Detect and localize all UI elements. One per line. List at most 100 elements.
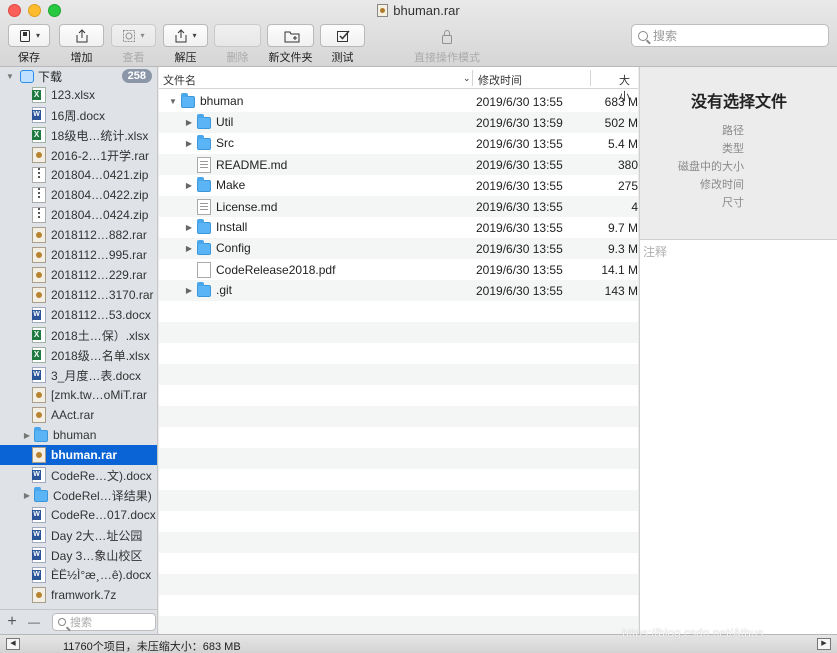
sidebar-item[interactable]: CodeRe…017.docx bbox=[0, 505, 157, 525]
table-row[interactable]: CodeRelease2018.pdf 2019/6/30 13:55 14.1 M bbox=[159, 259, 638, 280]
sidebar-item[interactable]: 201804…0424.zip bbox=[0, 205, 157, 225]
sidebar-item[interactable]: 2018土…保）.xlsx bbox=[0, 325, 157, 345]
view-tool[interactable]: ▾ 查看 bbox=[111, 24, 156, 65]
info-pane: 没有选择文件 路径 类型 磁盘中的大小 修改时间 尺寸 注释 bbox=[639, 67, 837, 634]
direct-mode-tool[interactable]: 直接操作模式 bbox=[413, 24, 481, 65]
sidebar-item[interactable]: 2016-2…1开学.rar bbox=[0, 145, 157, 165]
view-button[interactable]: ▾ bbox=[111, 24, 156, 47]
sidebar-item[interactable]: framwork.7z bbox=[0, 585, 157, 605]
sidebar-item[interactable]: 2018级…名单.xlsx bbox=[0, 345, 157, 365]
sidebar-item[interactable]: ▶ CodeRel…译结果) bbox=[0, 485, 157, 505]
table-row[interactable]: ▶ Src 2019/6/30 13:55 5.4 M bbox=[159, 133, 638, 154]
table-row[interactable]: ▶ Config 2019/6/30 13:55 9.3 M bbox=[159, 238, 638, 259]
sidebar-item-label: CodeRel…译结果) bbox=[53, 488, 152, 503]
docx-file-icon bbox=[32, 507, 46, 523]
disclosure-triangle-icon[interactable]: ▼ bbox=[167, 97, 179, 106]
file-name: Config bbox=[216, 241, 251, 255]
comment-field[interactable]: 注释 bbox=[643, 243, 667, 260]
sidebar-item[interactable]: AAct.rar bbox=[0, 405, 157, 425]
table-row[interactable]: README.md 2019/6/30 13:55 380 bbox=[159, 154, 638, 175]
empty-row bbox=[159, 343, 638, 364]
docx-file-icon bbox=[32, 367, 46, 383]
new-folder-tool[interactable]: 新文件夹 bbox=[267, 24, 314, 65]
sidebar-item[interactable]: 18级电…统计.xlsx bbox=[0, 125, 157, 145]
sidebar-item[interactable]: ▶ bhuman bbox=[0, 425, 157, 445]
save-tool[interactable]: ▾ 保存 bbox=[8, 24, 50, 65]
remove-location-button[interactable]: — bbox=[24, 615, 44, 629]
table-row[interactable]: License.md 2019/6/30 13:55 4 bbox=[159, 196, 638, 217]
title-toolbar: bhuman.rar ▾ 保存 增加 ▾ 查看 ▾ 解压 删除 新文件夹 测试 … bbox=[0, 0, 837, 67]
sidebar-item[interactable]: 201804…0422.zip bbox=[0, 185, 157, 205]
sidebar-item[interactable]: [zmk.tw…oMiT.rar bbox=[0, 385, 157, 405]
disclosure-triangle-icon[interactable]: ▶ bbox=[183, 139, 195, 148]
sidebar-item[interactable]: Day 3…象山校区 bbox=[0, 545, 157, 565]
disclosure-triangle-icon[interactable]: ▶ bbox=[183, 244, 195, 253]
folder-icon bbox=[197, 282, 211, 297]
modified-date: 2019/6/30 13:55 bbox=[476, 263, 563, 277]
disclosure-triangle-icon[interactable]: ▶ bbox=[183, 223, 195, 232]
sidebar-search-input[interactable]: 搜索 bbox=[52, 613, 156, 631]
sidebar-toggle-icon[interactable]: ◀ bbox=[6, 638, 20, 650]
modified-date: 2019/6/30 13:55 bbox=[476, 221, 563, 235]
sidebar-item[interactable]: 2018112…3170.rar bbox=[0, 285, 157, 305]
file-size: 275 bbox=[617, 179, 638, 193]
disclosure-triangle-icon[interactable]: ▶ bbox=[183, 118, 195, 127]
quicklook-icon bbox=[122, 29, 136, 43]
sidebar-item[interactable]: 3_月度…表.docx bbox=[0, 365, 157, 385]
table-row[interactable]: ▶ Util 2019/6/30 13:59 502 M bbox=[159, 112, 638, 133]
table-row[interactable]: ▼ bhuman 2019/6/30 13:55 683 M bbox=[159, 91, 638, 112]
empty-row bbox=[159, 427, 638, 448]
sidebar-item[interactable]: ÈË½Ì°æ¸…ê).docx bbox=[0, 565, 157, 585]
sidebar-item[interactable]: bhuman.rar bbox=[0, 445, 157, 465]
folder-icon bbox=[197, 177, 211, 192]
disclosure-triangle-icon[interactable]: ▶ bbox=[22, 431, 32, 440]
extract-tool[interactable]: ▾ 解压 bbox=[163, 24, 208, 65]
file-name-cell: README.md bbox=[183, 157, 287, 173]
add-location-button[interactable]: + bbox=[2, 613, 22, 631]
file-size: 9.3 M bbox=[607, 242, 638, 256]
sidebar-item[interactable]: 16周.docx bbox=[0, 105, 157, 125]
disclosure-triangle-icon[interactable]: ▶ bbox=[183, 286, 195, 295]
info-disk-size-label: 磁盘中的大小 bbox=[678, 161, 744, 173]
delete-tool[interactable]: 删除 bbox=[214, 24, 261, 65]
direct-mode-button[interactable] bbox=[424, 24, 470, 47]
sidebar-item-label: 2016-2…1开学.rar bbox=[51, 148, 150, 163]
extract-button[interactable]: ▾ bbox=[163, 24, 208, 47]
folder-icon bbox=[197, 135, 211, 150]
sidebar-item[interactable]: Day 2大…址公园 bbox=[0, 525, 157, 545]
sidebar-item[interactable]: 2018112…882.rar bbox=[0, 225, 157, 245]
new-folder-button[interactable] bbox=[267, 24, 314, 47]
sidebar-item[interactable]: 2018112…229.rar bbox=[0, 265, 157, 285]
test-button[interactable] bbox=[320, 24, 365, 47]
folder-icon bbox=[197, 219, 211, 234]
disclosure-triangle-icon[interactable]: ▼ bbox=[6, 72, 16, 81]
table-row[interactable]: ▶ Make 2019/6/30 13:55 275 bbox=[159, 175, 638, 196]
sidebar-item[interactable]: 201804…0421.zip bbox=[0, 165, 157, 185]
sidebar-item[interactable]: CodeRe…文).docx bbox=[0, 465, 157, 485]
info-toggle-icon[interactable]: ▶ bbox=[817, 638, 831, 650]
file-size: 4 bbox=[631, 200, 638, 214]
sidebar-root-downloads[interactable]: ▼ 下载 258 bbox=[0, 67, 157, 85]
table-row[interactable]: ▶ .git 2019/6/30 13:55 143 M bbox=[159, 280, 638, 301]
file-name: CodeRelease2018.pdf bbox=[216, 263, 336, 277]
empty-row bbox=[159, 553, 638, 574]
disclosure-triangle-icon[interactable]: ▶ bbox=[183, 181, 195, 190]
disclosure-triangle-icon[interactable]: ▶ bbox=[22, 491, 32, 500]
add-tool[interactable]: 增加 bbox=[59, 24, 104, 65]
save-button[interactable]: ▾ bbox=[8, 24, 50, 47]
delete-button[interactable] bbox=[214, 24, 261, 47]
new-folder-icon bbox=[284, 29, 299, 43]
search-input[interactable]: 搜索 bbox=[631, 24, 829, 47]
column-modified-header[interactable]: 修改时间 bbox=[478, 72, 522, 88]
modified-date: 2019/6/30 13:55 bbox=[476, 179, 563, 193]
sidebar-item[interactable]: 2018112…53.docx bbox=[0, 305, 157, 325]
test-tool[interactable]: 测试 bbox=[320, 24, 365, 65]
sidebar-item[interactable]: 2018112…995.rar bbox=[0, 245, 157, 265]
file-name: License.md bbox=[216, 200, 278, 214]
sort-chevron-icon[interactable]: ⌄ bbox=[463, 73, 471, 84]
add-button[interactable] bbox=[59, 24, 104, 47]
table-row[interactable]: ▶ Install 2019/6/30 13:55 9.7 M bbox=[159, 217, 638, 238]
column-name-header[interactable]: 文件名 bbox=[163, 72, 196, 88]
file-name: Install bbox=[216, 220, 248, 234]
sidebar-item[interactable]: 123.xlsx bbox=[0, 85, 157, 105]
